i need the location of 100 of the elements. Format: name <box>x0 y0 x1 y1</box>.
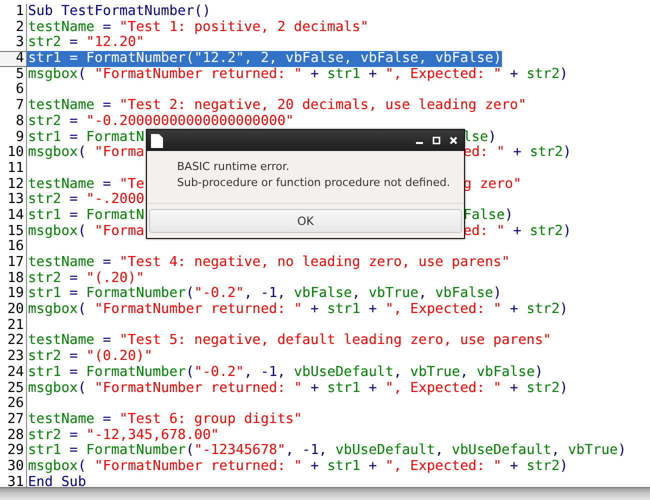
code-operator: ( <box>78 380 88 396</box>
code-operator: , -1, <box>286 442 328 458</box>
code-identifier: str1 <box>327 301 360 318</box>
code-operator: + <box>309 301 320 318</box>
ok-button[interactable]: OK <box>149 209 462 233</box>
line-number: 13 <box>0 192 27 208</box>
code-operator: ) <box>560 380 568 396</box>
code-string: "-0.20000000000000000000" <box>86 112 294 129</box>
code-operator: = <box>68 206 79 223</box>
code-operator: ( <box>78 66 88 82</box>
code-operator: , <box>394 364 403 380</box>
error-message: BASIC runtime error. <box>177 159 290 175</box>
code-operator: , <box>460 364 470 380</box>
code-identifier: vbFalse <box>294 285 352 302</box>
code-operator: + <box>368 66 378 82</box>
code-operator: ( <box>186 442 194 458</box>
line-number: 8 <box>0 114 27 130</box>
code-string: "FormatNumber returned: " <box>94 380 302 396</box>
code-identifier: testName <box>28 97 94 114</box>
line-number: 30 <box>0 458 27 475</box>
code-identifier: FormatNumber <box>86 50 186 66</box>
code-string: "-0.2" <box>194 285 244 302</box>
code-operator: ( <box>186 285 194 302</box>
code-string: "Test 2: negative, 20 decimals, use leading zero" <box>119 97 526 114</box>
line-number: 25 <box>0 380 27 396</box>
code-operator: + <box>368 380 378 396</box>
code-identifier: msgbox <box>28 458 78 474</box>
code-identifier: vbUseDefault <box>294 364 394 380</box>
code-keyword: Sub TestFormatNumber() <box>28 3 211 19</box>
code-operator: ) <box>560 458 568 474</box>
code-operator: ) <box>534 364 544 380</box>
code-identifier: testName <box>28 18 94 35</box>
line-number: 7 <box>0 98 27 114</box>
code-operator: = <box>68 128 79 144</box>
code-string: ", Expected: " <box>385 301 502 318</box>
code-operator: , <box>551 442 561 458</box>
code-identifier: msgbox <box>28 144 78 160</box>
code-identifier: vbFalse <box>435 50 494 66</box>
code-operator: = <box>68 50 79 66</box>
code-identifier: FormatN <box>86 206 144 223</box>
code-string: "Te <box>119 176 144 192</box>
line-number: 16 <box>0 239 27 255</box>
code-identifier: vbFalse <box>435 285 494 302</box>
line-number: 23 <box>0 349 27 365</box>
code-string: "-0.2" <box>194 364 244 380</box>
code-operator: + <box>309 458 320 474</box>
code-operator: + <box>512 222 522 239</box>
code-identifier: msgbox <box>28 222 78 239</box>
code-operator: = <box>68 364 79 380</box>
code-string: ", Expected: " <box>385 458 502 474</box>
code-identifier: FormatNumber <box>86 364 186 380</box>
line-number: 26 <box>0 396 27 412</box>
line-number: 22 <box>0 333 27 350</box>
code-identifier: vbFalse <box>360 50 418 66</box>
close-icon[interactable] <box>449 136 458 145</box>
code-operator: = <box>102 18 112 35</box>
line-number: 10 <box>0 145 27 161</box>
horizontal-scrollbar[interactable] <box>0 487 650 500</box>
code-operator: + <box>508 380 520 396</box>
line-number: 21 <box>0 318 27 334</box>
code-identifier: False <box>463 206 505 223</box>
code-operator: = <box>68 34 79 50</box>
code-identifier: FormatN <box>86 128 144 144</box>
line-number: 17 <box>0 255 27 271</box>
line-number: 9 <box>0 130 27 146</box>
code-operator: + <box>309 66 320 82</box>
code-identifier: vbTrue <box>568 442 618 458</box>
code-identifier: vbUseDefault <box>452 442 552 458</box>
code-string: "Forma <box>94 144 144 160</box>
code-identifier: str2 <box>526 301 560 318</box>
code-identifier: str1 <box>327 66 360 82</box>
maximize-icon[interactable] <box>432 136 441 145</box>
code-identifier: vbTrue <box>410 364 460 380</box>
line-number: 6 <box>0 82 27 98</box>
code-operator: ( <box>186 50 194 66</box>
code-identifier: vbTrue <box>368 285 418 302</box>
code-operator: ( <box>78 458 88 474</box>
code-identifier: str1 <box>327 458 360 474</box>
line-number: 1 <box>0 4 27 20</box>
code-identifier: testName <box>28 254 94 270</box>
code-identifier: str2 <box>28 191 62 208</box>
code-identifier: str1 <box>28 364 62 380</box>
code-identifier: vbUseDefault <box>335 442 436 458</box>
code-operator: + <box>368 458 378 474</box>
code-operator: = <box>102 254 112 270</box>
code-operator: ) <box>562 222 572 239</box>
code-identifier: FormatNumber <box>86 442 186 458</box>
document-icon <box>151 134 163 148</box>
error-message: Sub-procedure or function procedure not defined. <box>177 175 452 191</box>
code-operator: ) <box>562 144 572 160</box>
code-operator: ( <box>78 301 88 318</box>
code-operator: + <box>508 66 520 82</box>
code-operator: , <box>352 285 362 302</box>
line-number: 14 <box>0 208 27 224</box>
code-identifier: msgbox <box>28 380 78 396</box>
code-identifier: str1 <box>28 128 62 144</box>
line-number: 24 <box>0 364 27 380</box>
code-identifier: str2 <box>526 380 560 396</box>
code-string: "Test 5: negative, default leading zero, use parens" <box>119 332 552 348</box>
code-identifier: str1 <box>327 380 360 396</box>
